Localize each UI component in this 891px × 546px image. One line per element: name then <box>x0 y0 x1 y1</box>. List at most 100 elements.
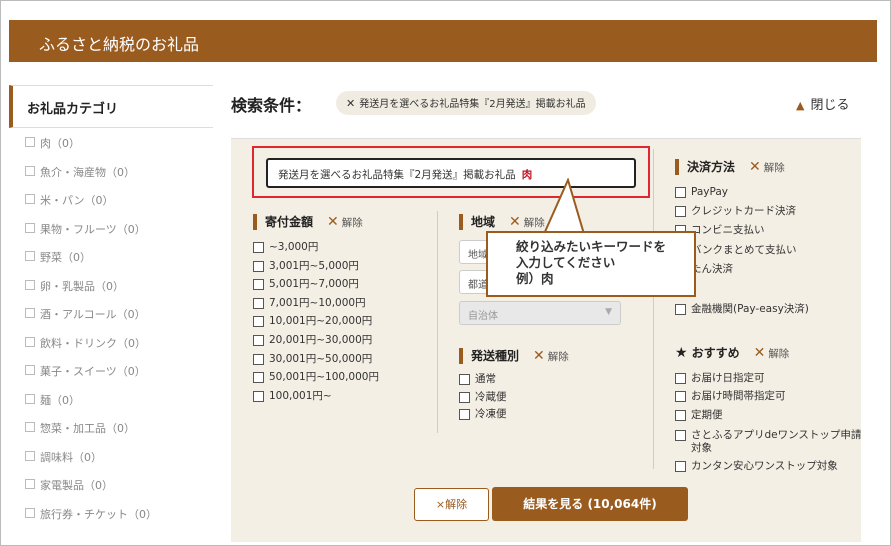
checkbox[interactable] <box>25 222 35 233</box>
donation-option[interactable]: 100,001円~ <box>253 390 332 403</box>
payment-clear-button[interactable]: ✕ 解除 <box>749 159 785 175</box>
checkbox[interactable] <box>675 430 686 441</box>
category-item-label: 惣菜・加工品（0） <box>40 422 135 435</box>
checkbox[interactable] <box>459 391 470 403</box>
donation-option[interactable]: 5,001円~7,000円 <box>253 278 359 291</box>
donation-option-label: 7,001円~10,000円 <box>269 296 366 309</box>
checkbox[interactable] <box>25 479 35 489</box>
category-sidebar: お礼品カテゴリ 肉（0） 魚介・海産物（0） 米・パン（0） 果物・フルーツ（0） 野菜… <box>9 85 213 546</box>
category-item[interactable]: 果物・フルーツ（0） <box>9 214 213 243</box>
donation-option[interactable]: 50,001円~100,000円 <box>253 371 379 384</box>
category-item[interactable]: 家電製品（0） <box>9 470 213 499</box>
category-item-label: 魚介・海産物（0） <box>40 165 135 179</box>
search-conditions-label: 検索条件： <box>231 96 312 115</box>
shipping-option[interactable]: 冷凍便 <box>459 408 507 421</box>
checkbox[interactable] <box>25 450 35 461</box>
checkbox[interactable] <box>25 165 35 176</box>
chevron-down-icon: ▼ <box>605 307 612 317</box>
category-item[interactable]: 野菜（0） <box>9 242 213 271</box>
recommend-option-label: カンタン安心ワンストップ対象 <box>691 460 838 472</box>
municipality-select[interactable]: 自治体 ▼ <box>459 301 621 325</box>
donation-option[interactable]: 20,001円~30,000円 <box>253 334 372 347</box>
donation-option[interactable]: 30,001円~50,000円 <box>253 353 372 366</box>
search-header: 検索条件： ✕ 発送月を選べるお礼品特集『2月発送』掲載お礼品 ▲ 閉じる <box>231 88 861 124</box>
checkbox[interactable] <box>675 304 686 315</box>
shipping-clear-button[interactable]: ✕ 解除 <box>533 348 569 364</box>
close-icon: ✕ <box>753 345 766 361</box>
shipping-option[interactable]: 冷蔵便 <box>459 391 507 404</box>
shipping-option-label: 通常 <box>475 373 496 385</box>
category-item[interactable]: 菓子・スイーツ（0） <box>9 356 213 385</box>
payment-option[interactable]: PayPay <box>675 186 728 199</box>
checkbox[interactable] <box>253 242 264 253</box>
close-panel-link[interactable]: ▲ 閉じる <box>796 94 849 113</box>
donation-title-label: 寄付金額 <box>265 215 314 229</box>
checkbox[interactable] <box>253 260 264 272</box>
category-item[interactable]: 調味料（0） <box>9 442 213 471</box>
recommend-option[interactable]: さとふるアプリdeワンストップ申請対象 <box>675 429 865 455</box>
checkbox[interactable] <box>253 390 264 402</box>
checkbox[interactable] <box>253 279 264 291</box>
sidebar-title: お礼品カテゴリ <box>9 85 213 128</box>
category-item[interactable]: 旅行券・チケット（0） <box>9 499 213 528</box>
checkbox[interactable] <box>25 137 35 147</box>
category-item[interactable]: 飲料・ドリンク（0） <box>9 328 213 357</box>
donation-option[interactable]: ~3,000円 <box>253 241 318 254</box>
checkbox[interactable] <box>675 410 686 421</box>
category-item[interactable]: 卵・乳製品（0） <box>9 271 213 300</box>
checkbox[interactable] <box>25 279 35 290</box>
checkbox[interactable] <box>459 409 470 420</box>
category-item-label: 米・パン（0） <box>40 194 114 207</box>
donation-option[interactable]: 3,001円~5,000円 <box>253 260 359 273</box>
checkbox[interactable] <box>675 461 686 472</box>
callout-line-2: 入力してください <box>516 255 616 270</box>
donation-clear-button[interactable]: ✕ 解除 <box>327 214 363 230</box>
checkbox[interactable] <box>675 206 686 217</box>
checkbox[interactable] <box>253 335 264 346</box>
checkbox[interactable] <box>459 374 470 385</box>
recommend-option[interactable]: お届け日指定可 <box>675 372 765 385</box>
star-icon: ★ <box>675 345 688 361</box>
recommend-option[interactable]: お届け時間帯指定可 <box>675 390 786 403</box>
checkbox[interactable] <box>25 336 35 347</box>
clear-all-button[interactable]: ×解除 <box>414 488 489 521</box>
checkbox[interactable] <box>253 353 264 365</box>
checkbox[interactable] <box>25 393 35 404</box>
checkbox[interactable] <box>675 391 686 402</box>
category-item[interactable]: 酒・アルコール（0） <box>9 299 213 328</box>
recommend-clear-button[interactable]: ✕ 解除 <box>753 345 790 361</box>
checkbox[interactable] <box>253 316 264 328</box>
active-filter-chip[interactable]: ✕ 発送月を選べるお礼品特集『2月発送』掲載お礼品 <box>336 91 596 115</box>
divider <box>437 211 438 433</box>
category-item[interactable]: 麺（0） <box>9 385 213 414</box>
checkbox[interactable] <box>675 187 686 198</box>
checkbox[interactable] <box>25 251 35 261</box>
payment-option-label: クレジットカード決済 <box>691 205 796 217</box>
category-item-label: 肉（0） <box>40 137 80 150</box>
category-item[interactable]: 肉（0） <box>9 128 213 157</box>
checkbox[interactable] <box>25 507 35 518</box>
checkbox[interactable] <box>25 365 35 375</box>
checkbox[interactable] <box>25 194 35 204</box>
category-item[interactable]: 魚介・海産物（0） <box>9 157 213 186</box>
category-item[interactable]: 惣菜・加工品（0） <box>9 413 213 442</box>
recommend-option[interactable]: カンタン安心ワンストップ対象 <box>675 460 838 473</box>
payment-option[interactable]: 金融機関(Pay-easy決済) <box>675 303 809 316</box>
shipping-option[interactable]: 通常 <box>459 373 496 386</box>
show-results-button[interactable]: 結果を見る (10,064件) <box>492 487 688 521</box>
checkbox[interactable] <box>675 373 686 384</box>
payment-option-label: 金融機関(Pay-easy決済) <box>691 303 809 315</box>
close-icon: ✕ <box>749 159 761 175</box>
payment-option[interactable]: クレジットカード決済 <box>675 205 796 218</box>
category-item[interactable]: 米・パン（0） <box>9 185 213 214</box>
chip-close-icon[interactable]: ✕ <box>346 97 355 110</box>
checkbox[interactable] <box>253 372 264 384</box>
recommend-title-label: おすすめ <box>691 346 740 360</box>
category-item-label: 家電製品（0） <box>40 479 113 492</box>
donation-option[interactable]: 10,001円~20,000円 <box>253 315 372 328</box>
checkbox[interactable] <box>25 422 35 432</box>
checkbox[interactable] <box>253 297 264 309</box>
recommend-option[interactable]: 定期便 <box>675 409 723 422</box>
donation-option[interactable]: 7,001円~10,000円 <box>253 297 366 310</box>
checkbox[interactable] <box>25 308 35 318</box>
